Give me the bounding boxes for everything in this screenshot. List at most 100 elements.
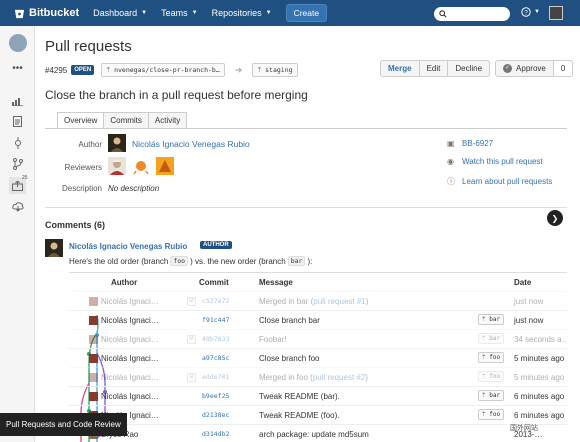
pr-title: Close the branch in a pull request befor… bbox=[45, 88, 308, 102]
comments-heading: Comments (6) bbox=[45, 220, 106, 230]
repo-avatar[interactable] bbox=[9, 34, 27, 52]
table-row[interactable]: Nicolás Ignaci… d2138ec Tweak README (foo)… bbox=[69, 405, 567, 424]
commit-hash-link[interactable]: b9eef25 bbox=[202, 392, 229, 400]
decline-button[interactable]: Decline bbox=[448, 60, 491, 77]
branch-lozenge[interactable]: ᛘ foo bbox=[478, 352, 505, 363]
bitbucket-icon bbox=[14, 9, 25, 18]
commit-author-avatar bbox=[89, 316, 98, 325]
tab-commits[interactable]: Commits bbox=[103, 112, 149, 128]
nav-teams[interactable]: Teams ▼ bbox=[161, 8, 197, 18]
commit-hash-link[interactable]: 48b7633 bbox=[202, 335, 229, 343]
col-date: Date bbox=[514, 278, 532, 287]
watch-link[interactable]: ◉ Watch this pull request bbox=[447, 157, 543, 166]
nav-dashboard[interactable]: Dashboard ▼ bbox=[93, 8, 147, 18]
col-commit: Commit bbox=[199, 278, 229, 287]
more-icon[interactable]: ••• bbox=[9, 60, 26, 77]
inline-code: foo bbox=[170, 256, 189, 266]
commit-author-avatar bbox=[89, 335, 98, 344]
commit-hash-link[interactable]: edde701 bbox=[202, 373, 229, 381]
help-icon: ? bbox=[521, 7, 531, 17]
nav-repositories[interactable]: Repositories ▼ bbox=[212, 8, 272, 18]
branch-label: foo bbox=[489, 373, 501, 380]
commit-hash-link[interactable]: f91c447 bbox=[202, 316, 229, 324]
comment-author-link[interactable]: Nicolás Ignacio Venegas Rubio bbox=[69, 242, 187, 251]
search-icon bbox=[439, 10, 447, 18]
next-arrow-icon[interactable]: ❯ bbox=[547, 210, 563, 226]
table-row[interactable]: Nicolás Ignaci… a97c85c Close branch foo ᛘ … bbox=[69, 348, 567, 367]
table-row[interactable]: Nicolás Ignaci… Mc527e72 Merged in bar (pu… bbox=[69, 291, 567, 310]
pull-requests-count: 25 bbox=[22, 175, 28, 181]
pull-request-link[interactable]: pull request #1 bbox=[313, 297, 365, 306]
branch-lozenge[interactable]: ᛘ foo bbox=[478, 409, 505, 420]
user-avatar[interactable] bbox=[549, 6, 563, 20]
table-row[interactable]: Nicolás Ignaci… Medde701 Merged in foo (pu… bbox=[69, 367, 567, 386]
col-message: Message bbox=[259, 278, 293, 287]
edit-button[interactable]: Edit bbox=[419, 60, 449, 77]
target-branch[interactable]: ᛘ staging bbox=[252, 63, 298, 77]
author-avatar[interactable] bbox=[108, 134, 126, 152]
branch-lozenge[interactable]: ᛘ bar bbox=[478, 390, 505, 401]
reviewer-avatar[interactable] bbox=[132, 157, 150, 175]
help-menu[interactable]: ? ▼ bbox=[521, 7, 540, 17]
stats-icon[interactable] bbox=[9, 92, 26, 109]
approve-button[interactable]: ✓ Approve bbox=[495, 60, 554, 77]
merge-button[interactable]: Merge bbox=[380, 60, 420, 77]
commit-hash-link[interactable]: d2138ec bbox=[202, 411, 229, 419]
approve-label: Approve bbox=[516, 64, 546, 73]
sidebar: ••• 25 bbox=[0, 26, 35, 442]
branch-lozenge[interactable]: ᛘ bar bbox=[478, 333, 505, 344]
reviewer-avatar[interactable] bbox=[156, 157, 174, 175]
pr-actions: Merge Edit Decline ✓ Approve 0 bbox=[380, 60, 574, 77]
question-icon: ⓘ bbox=[447, 177, 455, 186]
branch-label: bar bbox=[489, 316, 501, 323]
commit-hash-link[interactable]: c527e72 bbox=[202, 297, 229, 305]
nav-repositories-label: Repositories bbox=[211, 8, 262, 18]
learn-link[interactable]: ⓘ Learn about pull requests bbox=[447, 176, 552, 187]
branch-lozenge[interactable]: ᛘ bar bbox=[478, 314, 505, 325]
pr-id: #4295 bbox=[45, 65, 68, 75]
chevron-down-icon: ▼ bbox=[191, 10, 198, 16]
target-branch-label: staging bbox=[265, 66, 293, 74]
commit-message: Tweak README (bar). bbox=[259, 392, 340, 401]
svg-text:?: ? bbox=[524, 10, 528, 17]
branches-icon[interactable] bbox=[9, 155, 26, 172]
commit-author-avatar bbox=[89, 373, 98, 382]
reviewer-avatar[interactable] bbox=[108, 157, 126, 175]
comment-text: ): bbox=[307, 256, 313, 266]
create-button[interactable]: Create bbox=[285, 4, 328, 22]
table-row[interactable]: Nicolás Ignaci… b9eef25 Tweak README (bar)… bbox=[69, 386, 567, 405]
tab-overview[interactable]: Overview bbox=[57, 112, 105, 128]
pr-meta-row: #4295 OPEN ᛘ nvenegas/close-pr-branch-b…… bbox=[45, 63, 298, 77]
commit-hash-link[interactable]: d314db2 bbox=[202, 430, 229, 438]
source-branch[interactable]: ᛘ nvenegas/close-pr-branch-b… bbox=[101, 63, 225, 77]
branch-lozenge[interactable]: ᛘ foo bbox=[478, 371, 505, 382]
commit-date: just now bbox=[514, 297, 544, 306]
tab-activity[interactable]: Activity bbox=[147, 112, 188, 128]
reviewers-label: Reviewers bbox=[64, 163, 102, 172]
commits-icon[interactable] bbox=[9, 134, 26, 151]
chevron-down-icon: ▼ bbox=[265, 10, 272, 16]
table-row[interactable]: Nicolás Ignaci… f91c447 Close branch bar ᛘ … bbox=[69, 310, 567, 329]
commit-hash-link[interactable]: a97c85c bbox=[202, 354, 229, 362]
table-row[interactable]: Bryce Raod314db2arch package: update md5… bbox=[69, 424, 567, 442]
table-row[interactable]: Nicolás Ignaci… M 48b7633 Foobar! ᛘ bar 34 se… bbox=[69, 329, 567, 348]
search-input[interactable] bbox=[434, 7, 510, 21]
source-icon[interactable] bbox=[9, 113, 26, 130]
commit-author: Nicolás Ignaci… bbox=[101, 392, 159, 401]
commit-message-text: Close branch foo bbox=[259, 354, 320, 363]
status-badge: OPEN bbox=[71, 65, 95, 75]
page-title: Pull requests bbox=[45, 38, 132, 55]
issue-link[interactable]: ▣ BB-6927 bbox=[447, 139, 493, 148]
commit-date: 5 minutes ago bbox=[514, 354, 565, 363]
arrow-right-icon: ➜ bbox=[234, 64, 243, 75]
pull-request-link[interactable]: pull request #2 bbox=[313, 373, 365, 382]
commit-message: Merged in foo (pull request #2) bbox=[259, 373, 368, 382]
bitbucket-logo[interactable]: Bitbucket bbox=[14, 7, 79, 19]
comment-author-avatar[interactable] bbox=[45, 239, 63, 257]
branch-icon: ᛘ bbox=[106, 66, 115, 74]
section-divider bbox=[45, 207, 567, 208]
commit-message-text: ) bbox=[365, 373, 368, 382]
downloads-icon[interactable] bbox=[9, 198, 26, 215]
author-name-link[interactable]: Nicolás Ignacio Venegas Rubio bbox=[132, 139, 250, 149]
commit-message-text: arch package: update md5sum bbox=[259, 430, 369, 439]
